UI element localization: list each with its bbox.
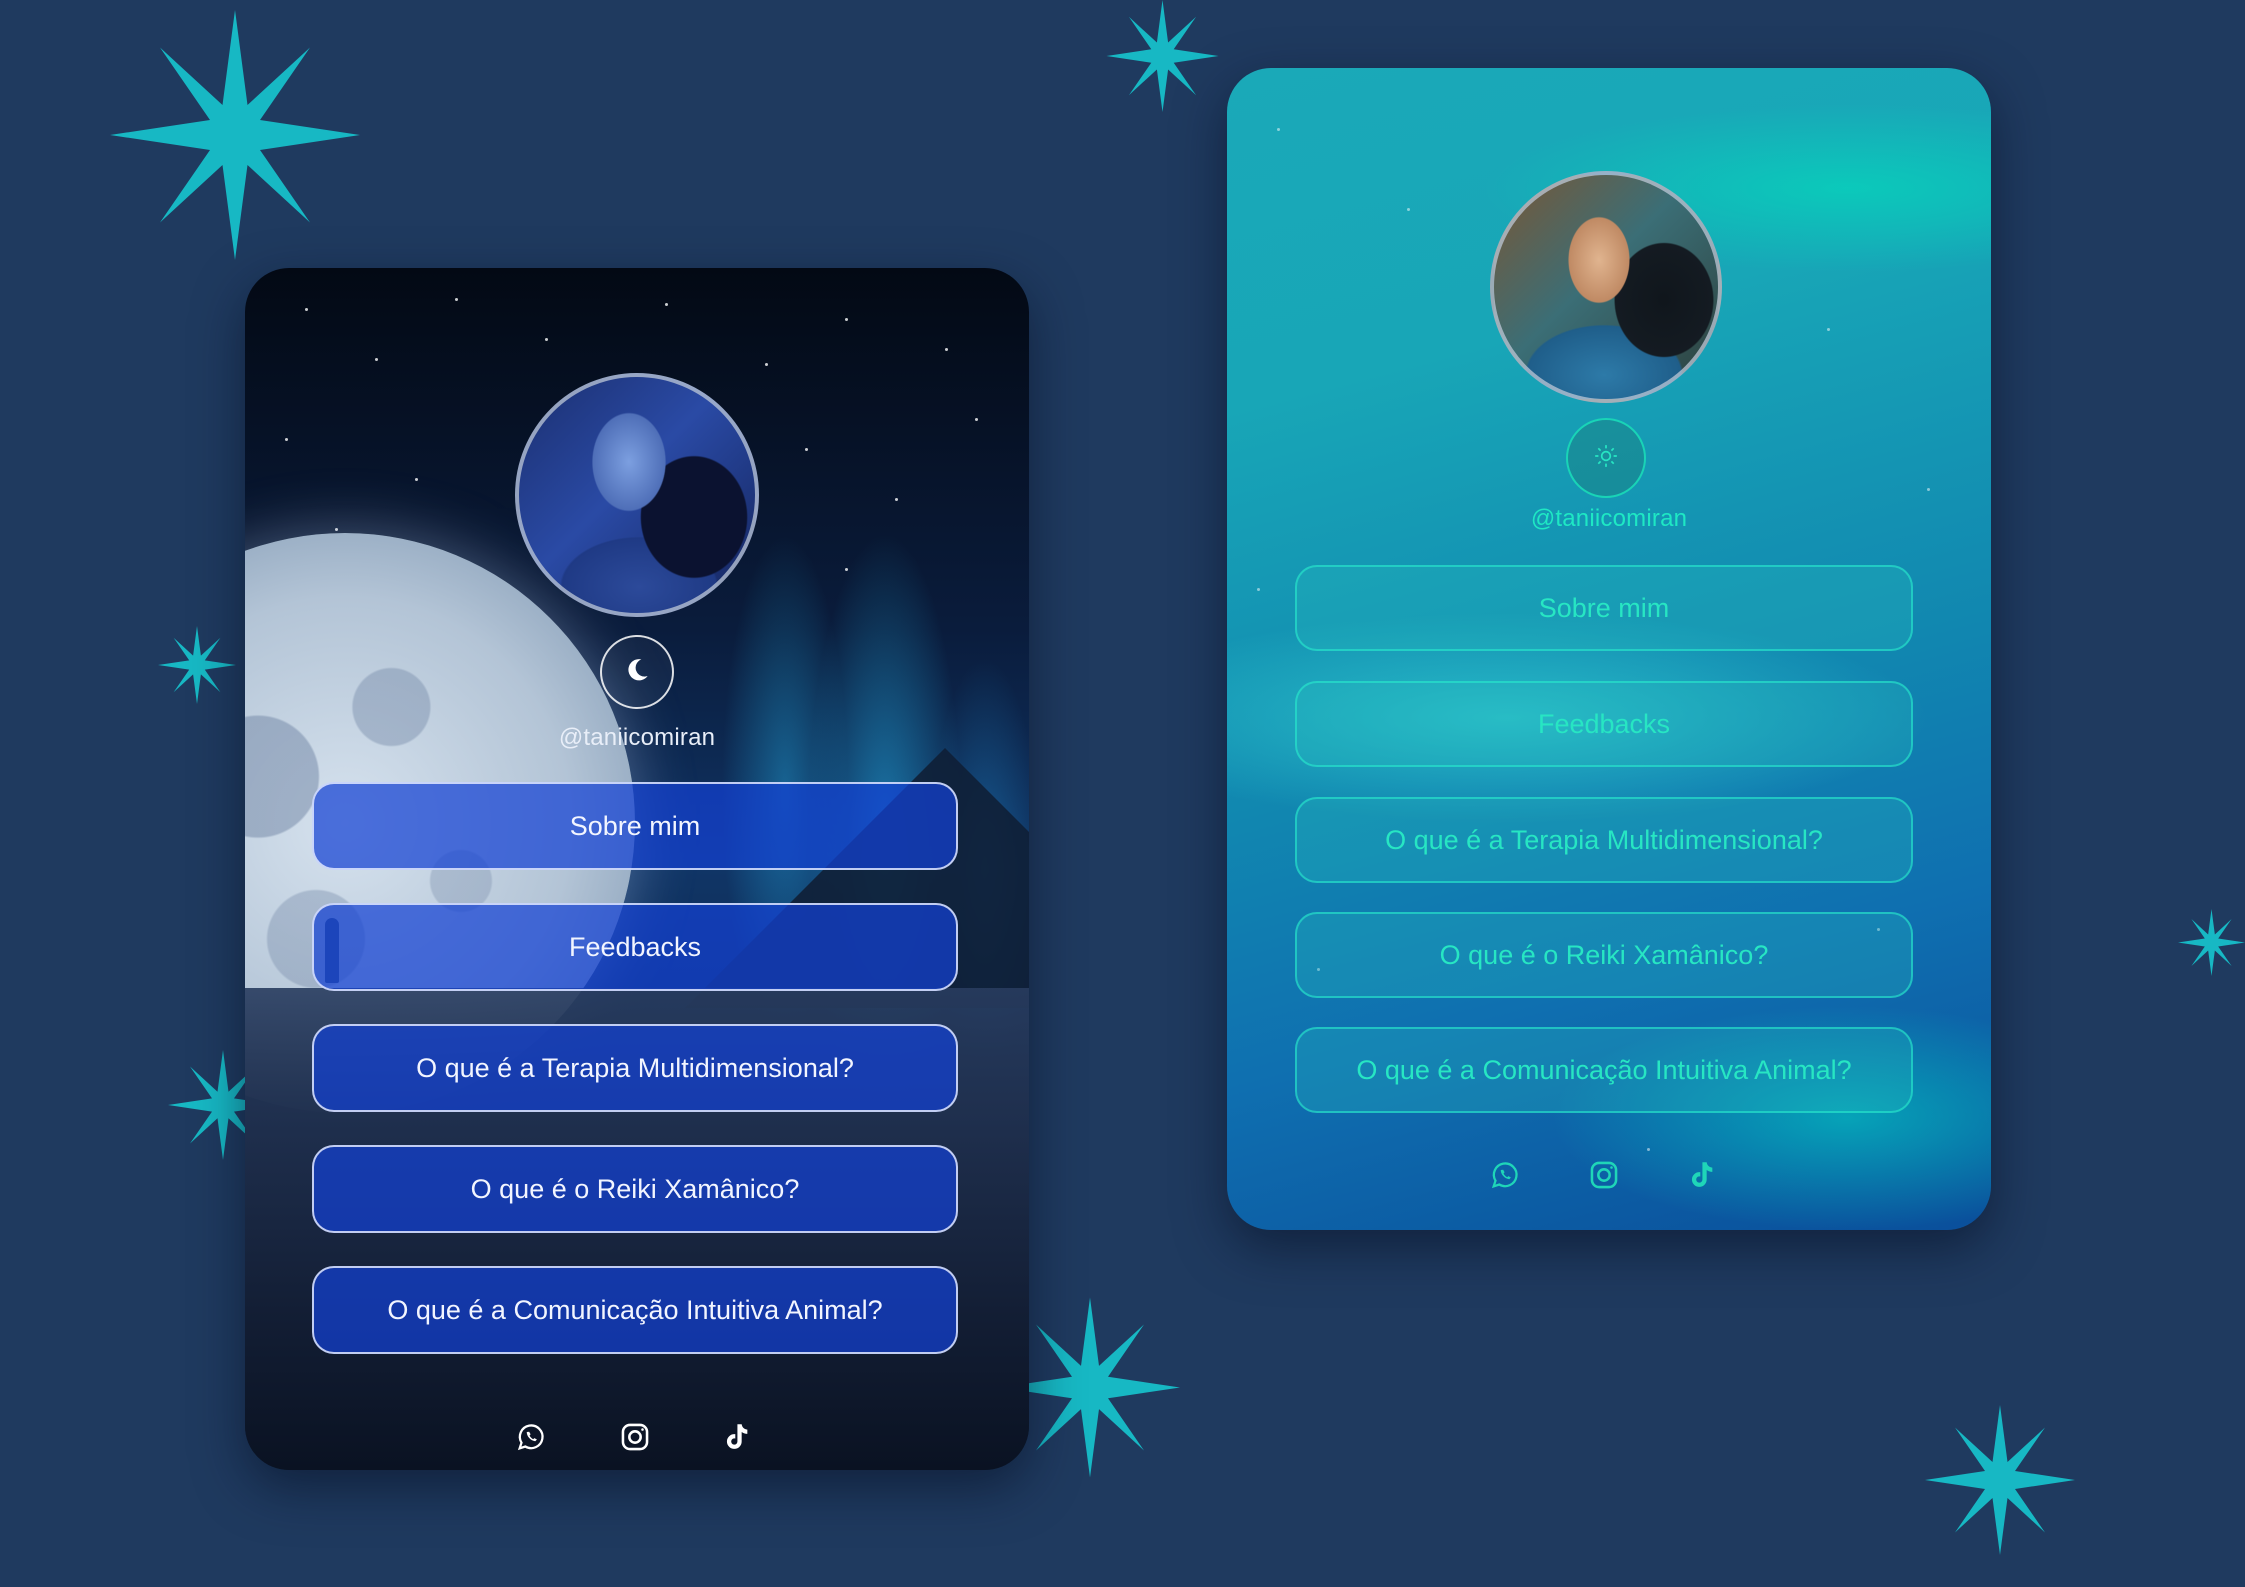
- link-button-terapia-multidimensional[interactable]: O que é a Terapia Multidimensional?: [312, 1024, 958, 1112]
- link-button-feedbacks[interactable]: Feedbacks: [1295, 681, 1913, 767]
- profile-avatar: [515, 373, 759, 617]
- link-button-reiki-xamanico[interactable]: O que é o Reiki Xamânico?: [1295, 912, 1913, 998]
- sparkle-star-icon: [1100, 0, 1225, 112]
- dark-mode-profile-card: @taniicomiran Sobre mim Feedbacks O que …: [245, 268, 1029, 1470]
- theme-toggle-button[interactable]: [600, 635, 674, 709]
- profile-handle: @taniicomiran: [1530, 505, 1688, 532]
- light-mode-profile-card: @taniicomiran Sobre mim Feedbacks O que …: [1227, 68, 1991, 1230]
- sparkle-star-icon: [158, 615, 236, 715]
- sun-icon: [1593, 443, 1619, 474]
- instagram-icon[interactable]: [615, 1417, 655, 1457]
- whatsapp-icon[interactable]: [1485, 1155, 1525, 1195]
- link-button-feedbacks[interactable]: Feedbacks: [312, 903, 958, 991]
- link-button-sobre-mim[interactable]: Sobre mim: [312, 782, 958, 870]
- profile-avatar: [1490, 171, 1722, 403]
- sparkle-star-icon: [1925, 1390, 2075, 1570]
- theme-toggle-button[interactable]: [1566, 418, 1646, 498]
- tiktok-icon[interactable]: [716, 1417, 756, 1457]
- instagram-icon[interactable]: [1584, 1155, 1624, 1195]
- sparkle-star-icon: [110, 0, 360, 270]
- tiktok-icon[interactable]: [1681, 1155, 1721, 1195]
- whatsapp-icon[interactable]: [511, 1417, 551, 1457]
- profile-handle: @taniicomiran: [558, 724, 716, 751]
- moon-icon: [622, 655, 652, 690]
- link-button-reiki-xamanico[interactable]: O que é o Reiki Xamânico?: [312, 1145, 958, 1233]
- link-button-sobre-mim[interactable]: Sobre mim: [1295, 565, 1913, 651]
- sparkle-star-icon: [2178, 885, 2245, 1000]
- link-button-comunicacao-intuitiva-animal[interactable]: O que é a Comunicação Intuitiva Animal?: [1295, 1027, 1913, 1113]
- link-button-comunicacao-intuitiva-animal[interactable]: O que é a Comunicação Intuitiva Animal?: [312, 1266, 958, 1354]
- link-button-terapia-multidimensional[interactable]: O que é a Terapia Multidimensional?: [1295, 797, 1913, 883]
